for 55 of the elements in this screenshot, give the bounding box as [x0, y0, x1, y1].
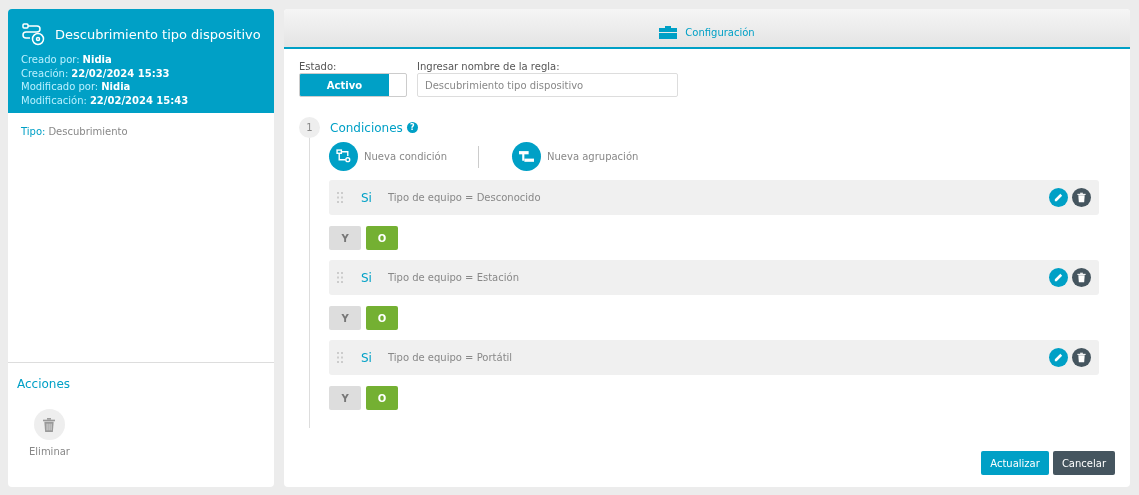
condition-prefix: Si [361, 350, 372, 365]
pencil-icon [1053, 352, 1064, 363]
meta-label: Modificación: [21, 93, 87, 107]
conditions-title: Condiciones [330, 120, 403, 135]
delete-button[interactable] [1072, 268, 1091, 287]
type-value: Descubrimiento [48, 126, 128, 139]
rule-title: Descubrimiento tipo dispositivo [55, 26, 261, 42]
rule-name-label: Ingresar nombre de la regla: [417, 61, 561, 72]
connector-button[interactable]: O [366, 386, 398, 410]
group-icon [519, 150, 534, 163]
cancel-button[interactable]: Cancelar [1052, 451, 1115, 475]
status-toggle[interactable]: Activo [299, 73, 407, 97]
connector-button[interactable]: O [366, 306, 398, 330]
delete-button[interactable]: Eliminar [29, 409, 70, 457]
meta-label: Creación: [21, 66, 69, 80]
step-number: 1 [299, 117, 320, 138]
actions-title: Acciones [17, 377, 72, 391]
trash-icon [41, 416, 58, 433]
delete-button[interactable] [1072, 348, 1091, 367]
briefcase-icon [659, 26, 678, 39]
drag-handle-icon[interactable] [337, 352, 344, 363]
trash-icon [1076, 192, 1087, 203]
meta-value: 22/02/2024 15:43 [89, 93, 189, 107]
tab[interactable]: Configuración [659, 26, 755, 47]
pencil-icon [1053, 272, 1064, 283]
rule-icon [21, 21, 47, 47]
meta-value: 22/02/2024 15:33 [71, 66, 170, 80]
connector-button[interactable]: O [366, 226, 398, 250]
delete-button[interactable] [1072, 188, 1091, 207]
drag-handle-icon[interactable] [337, 192, 344, 203]
meta-label: Modificado por: [21, 80, 99, 94]
drag-handle-icon[interactable] [337, 272, 344, 283]
meta-value: Nidia [101, 80, 131, 94]
toggle-value: Activo [300, 74, 389, 96]
flow-icon [336, 149, 351, 164]
condition-text: Tipo de equipo = Estación [387, 272, 520, 283]
meta-value: Nidia [82, 53, 112, 67]
condition-text: Tipo de equipo = Desconocido [387, 192, 542, 203]
connector-button[interactable]: Y [329, 226, 361, 250]
new-condition-button[interactable]: Nueva condición [329, 142, 447, 171]
condition-prefix: Si [361, 190, 372, 205]
connector-button[interactable]: Y [329, 386, 361, 410]
trash-icon [1076, 272, 1087, 283]
new-group-button[interactable]: Nueva agrupación [512, 142, 639, 171]
pencil-icon [1053, 192, 1064, 203]
trash-icon [1076, 352, 1087, 363]
type-label: Tipo: [21, 126, 46, 139]
connector-button[interactable]: Y [329, 306, 361, 330]
condition-prefix: Si [361, 270, 372, 285]
help-icon[interactable]: ? [406, 122, 418, 133]
update-button[interactable]: Actualizar [981, 451, 1049, 475]
status-label: Estado: [299, 61, 338, 72]
condition-text: Tipo de equipo = Portátil [387, 352, 514, 363]
rule-name-field[interactable]: Descubrimiento tipo dispositivo [417, 73, 678, 97]
meta-label: Creado por: [21, 53, 80, 67]
